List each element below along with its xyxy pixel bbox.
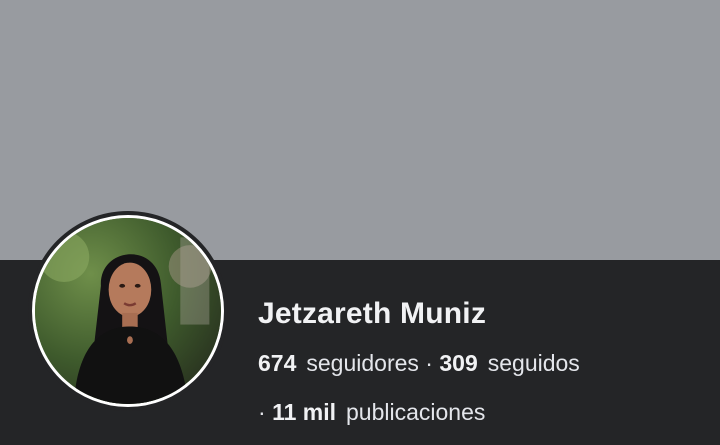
- following-label[interactable]: seguidos: [488, 350, 580, 376]
- followers-label[interactable]: seguidores: [306, 350, 419, 376]
- profile-photo: [35, 218, 221, 404]
- posts-separator: ·: [258, 399, 266, 425]
- posts-count[interactable]: 11 mil: [272, 399, 336, 425]
- posts-label[interactable]: publicaciones: [346, 399, 485, 425]
- followers-count[interactable]: 674: [258, 350, 296, 376]
- avatar-ring: [28, 211, 228, 411]
- stats-separator: ·: [425, 350, 433, 376]
- profile-name[interactable]: Jetzareth Muniz: [258, 297, 486, 331]
- avatar[interactable]: [32, 215, 224, 407]
- follow-stats: 674 seguidores · 309 seguidos: [258, 350, 580, 377]
- following-count[interactable]: 309: [439, 350, 477, 376]
- posts-stats: · 11 mil publicaciones: [258, 399, 485, 426]
